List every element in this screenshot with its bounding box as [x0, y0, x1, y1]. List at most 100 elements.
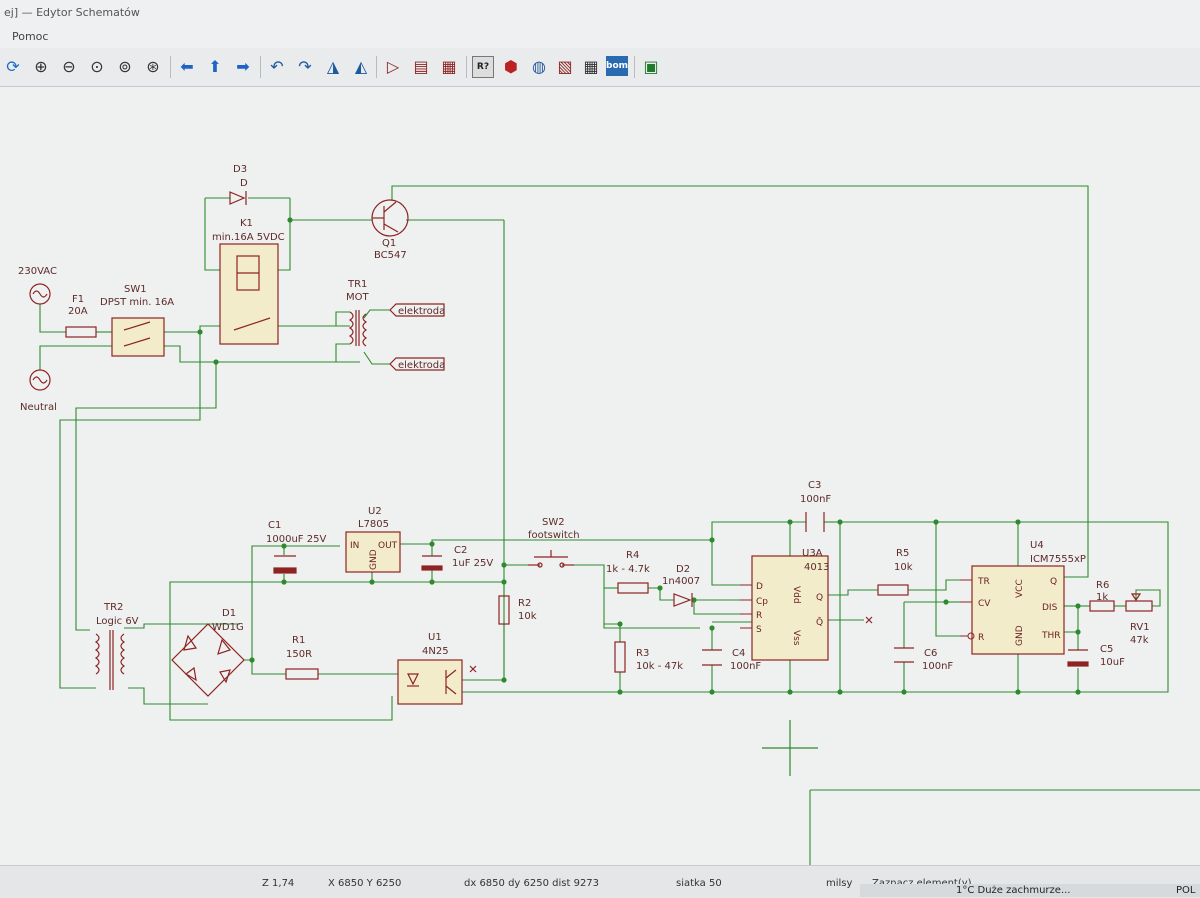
label-r4-ref: R4 [626, 550, 639, 561]
transformer-tr2[interactable] [94, 633, 100, 675]
resistor-r1[interactable] [285, 668, 319, 680]
schematic-drawing: D3 D K1 min.16A 5VDC Q1 BC547 230VAC Neu… [18, 164, 1200, 865]
label-c1-val: 1000uF 25V [266, 534, 326, 545]
label-r3-ref: R3 [636, 648, 649, 659]
bridge-rectifier-d1[interactable] [171, 623, 245, 697]
label-d2-ref: D2 [676, 564, 690, 575]
arrow-left-icon[interactable]: ⬅ [176, 56, 198, 78]
switch-sw1[interactable] [111, 317, 165, 357]
label-d3-val: D [240, 178, 248, 189]
components [29, 191, 1153, 776]
relay-k1[interactable] [219, 243, 279, 345]
taskbar-language[interactable]: POL [1176, 885, 1195, 896]
zoom-redraw-icon[interactable]: ⊚ [114, 56, 136, 78]
label-c6-val: 100nF [922, 661, 953, 672]
label-u3-ref: U3A [802, 548, 823, 559]
label-sw2-val: footswitch [528, 530, 580, 541]
taskbar-weather[interactable]: 1°C Duże zachmurze... [956, 885, 1070, 896]
label-elektroda-1-text: elektroda [398, 306, 445, 317]
refresh-icon[interactable]: ⟳ [2, 56, 24, 78]
label-u2-out: OUT [378, 541, 398, 551]
junctions [197, 217, 1081, 695]
zoom-selection-icon[interactable]: ⊛ [142, 56, 164, 78]
transformer-tr1[interactable] [348, 311, 354, 345]
resistor-r5[interactable] [877, 584, 909, 596]
label-u3-d: D [756, 582, 763, 592]
label-k1-ref: K1 [240, 218, 253, 229]
label-sw2-ref: SW2 [542, 517, 565, 528]
bom-export-icon[interactable]: ▧ [554, 56, 576, 78]
resistor-r4[interactable] [617, 582, 649, 594]
label-r2-ref: R2 [518, 598, 531, 609]
annotate-icon[interactable]: ▦ [438, 56, 460, 78]
label-c5-val: 10uF [1100, 657, 1125, 668]
redo-icon[interactable]: ↷ [294, 56, 316, 78]
mirror-horizontal-icon[interactable]: ◮ [322, 56, 344, 78]
label-sw1-val: DPST min. 16A [100, 297, 174, 308]
label-d1-ref: D1 [222, 608, 236, 619]
zoom-in-icon[interactable]: ⊕ [30, 56, 52, 78]
label-r4-val: 1k - 4.7k [606, 564, 650, 575]
label-u3-val: 4013 [804, 562, 829, 573]
resistor-r3[interactable] [614, 641, 626, 673]
arrow-up-icon[interactable]: ⬆ [204, 56, 226, 78]
diode-d2[interactable] [673, 593, 692, 607]
label-r6-ref: R6 [1096, 580, 1109, 591]
label-r5-val: 10k [894, 562, 913, 573]
footprint-icon[interactable]: ◍ [528, 56, 550, 78]
label-u2-gnd: GND [369, 549, 379, 570]
fuse-f1[interactable] [65, 326, 97, 338]
optocoupler-u1[interactable] [397, 659, 463, 705]
bom-icon[interactable]: bom [606, 56, 628, 76]
toolbar-separator [260, 56, 261, 78]
label-u2-in: IN [350, 541, 359, 551]
schematic-canvas[interactable]: D3 D K1 min.16A 5VDC Q1 BC547 230VAC Neu… [0, 87, 1200, 865]
menu-help[interactable]: Pomoc [12, 30, 48, 43]
label-q1-ref: Q1 [382, 238, 396, 249]
window-title: ej] — Edytor Schematów [4, 6, 140, 19]
label-u4-thr: THR [1041, 631, 1061, 641]
os-taskbar: 1°C Duże zachmurze... POL [860, 884, 1200, 897]
simulate-icon[interactable]: ⬢ [500, 56, 522, 78]
label-q1-val: BC547 [374, 250, 407, 261]
status-zoom: Z 1,74 [262, 878, 295, 889]
label-u4-val: ICM7555xP [1030, 554, 1086, 565]
netlist-icon[interactable]: R? [472, 56, 494, 78]
erc-icon[interactable]: ▷ [382, 56, 404, 78]
zoom-out-icon[interactable]: ⊖ [58, 56, 80, 78]
label-c5-ref: C5 [1100, 644, 1113, 655]
library-icon[interactable]: ▤ [410, 56, 432, 78]
label-f1-val: 20A [68, 306, 88, 317]
label-u1-val: 4N25 [422, 646, 449, 657]
label-tr1-ref: TR1 [347, 279, 367, 290]
label-r3-val: 10k - 47k [636, 661, 683, 672]
label-f1-ref: F1 [72, 294, 84, 305]
label-c4-val: 100nF [730, 661, 761, 672]
label-c3-val: 100nF [800, 494, 831, 505]
schematic-editor-window: ej] — Edytor Schematów Pomoc ⟳ ⊕ ⊖ ⊙ ⊚ ⊛… [0, 0, 1200, 898]
zoom-fit-icon[interactable]: ⊙ [86, 56, 108, 78]
diode-d3[interactable] [229, 191, 246, 205]
label-r1-ref: R1 [292, 635, 305, 646]
status-coords: X 6850 Y 6250 [328, 878, 402, 889]
label-elektroda-2-text: elektroda [398, 360, 445, 371]
label-u2-ref: U2 [368, 506, 382, 517]
pcb-icon[interactable]: ▣ [640, 56, 662, 78]
potentiometer-rv1[interactable] [1125, 600, 1153, 612]
arrow-right-icon[interactable]: ➡ [232, 56, 254, 78]
toolbar-separator [376, 56, 377, 78]
label-tr2-ref: TR2 [103, 602, 123, 613]
undo-icon[interactable]: ↶ [266, 56, 288, 78]
label-d3-ref: D3 [233, 164, 247, 175]
label-u3-nq: Q̄ [816, 616, 823, 628]
label-tr2-val: Logic 6V [96, 616, 139, 627]
table-icon[interactable]: ▦ [580, 56, 602, 78]
status-delta: dx 6850 dy 6250 dist 9273 [464, 878, 600, 889]
mirror-vertical-icon[interactable]: ◭ [350, 56, 372, 78]
label-u4-dis: DIS [1042, 603, 1058, 613]
title-bar: ej] — Edytor Schematów [0, 0, 1200, 27]
toolbar-separator [466, 56, 467, 78]
label-rv1-val: 47k [1130, 635, 1149, 646]
label-k1-val: min.16A 5VDC [212, 232, 285, 243]
label-u3-s: S [756, 625, 762, 635]
